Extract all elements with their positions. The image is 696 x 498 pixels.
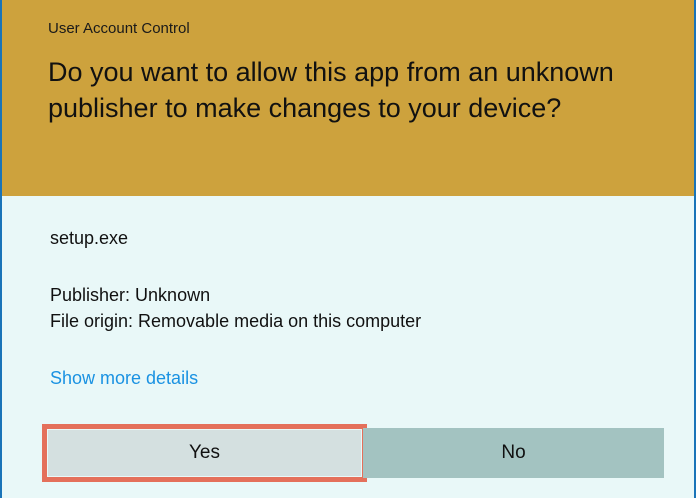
dialog-question: Do you want to allow this app from an un… <box>48 57 614 123</box>
file-origin-label: File origin: Removable media on this com… <box>50 311 422 331</box>
uac-body: setup.exe Publisher: Unknown File origin… <box>2 196 694 498</box>
app-name: setup.exe <box>50 228 129 248</box>
publisher-label: Publisher: Unknown <box>50 285 211 305</box>
dialog-caption: User Account Control <box>48 20 190 37</box>
show-more-details-link[interactable]: Show more details <box>50 368 198 389</box>
uac-dialog: User Account Control Do you want to allo… <box>0 0 696 498</box>
uac-header: User Account Control Do you want to allo… <box>2 0 694 196</box>
no-button[interactable]: No <box>363 428 664 478</box>
yes-button[interactable]: Yes <box>42 424 367 482</box>
